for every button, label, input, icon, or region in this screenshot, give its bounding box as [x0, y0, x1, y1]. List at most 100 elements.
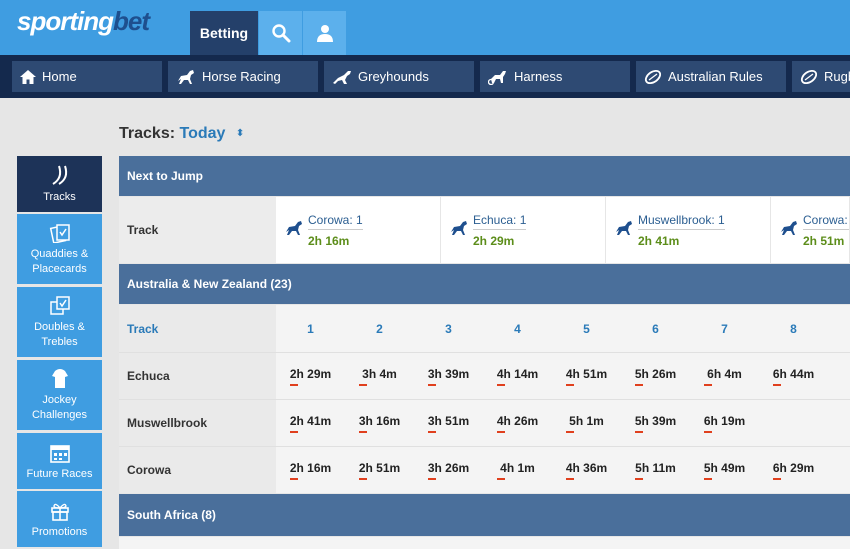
- race-time-cell[interactable]: 3h 26m: [414, 447, 483, 493]
- horse-icon: [451, 221, 467, 235]
- race-time-cell[interactable]: 5h 26m: [621, 353, 690, 399]
- race-status-marker: [704, 477, 712, 480]
- race-time-cell[interactable]: 6h 29m: [759, 447, 828, 493]
- sidebar-item-label: Future Races: [26, 468, 93, 480]
- sidebar-item-doubles[interactable]: Doubles & Trebles: [17, 287, 102, 357]
- race-time-cell[interactable]: 2h 41m: [276, 400, 345, 446]
- sportingbet-logo[interactable]: sportingbet: [17, 6, 150, 37]
- tracks-day-selector[interactable]: Tracks: Today ⬍: [119, 125, 244, 143]
- race-time-cell[interactable]: 4h 1m: [483, 447, 552, 493]
- tab-betting[interactable]: Betting: [190, 11, 258, 55]
- sport-horse-racing[interactable]: Horse Racing: [168, 61, 318, 92]
- race-status-marker: [704, 430, 712, 433]
- race-status-marker: [290, 430, 298, 433]
- track-name[interactable]: Echuca: [119, 353, 276, 399]
- sidebar-item-quaddies[interactable]: Quaddies & Placecards: [17, 214, 102, 284]
- race-number-header: 8: [790, 321, 797, 336]
- race-countdown: 2h 16m: [308, 234, 350, 248]
- race-time-cell[interactable]: 2h 51m: [345, 447, 414, 493]
- race-time: 4h 36m: [565, 460, 608, 475]
- race-status-marker: [497, 383, 505, 386]
- section-south-africa: South Africa (8): [119, 494, 850, 536]
- track-name[interactable]: Corowa: [119, 447, 276, 493]
- calendar-icon: [49, 445, 70, 463]
- sport-rugby[interactable]: Rugby: [792, 61, 850, 92]
- race-time: 6h 29m: [772, 460, 815, 475]
- rugby-icon: [800, 69, 818, 84]
- horse-icon: [178, 69, 194, 84]
- sort-caret-icon[interactable]: ⬍: [236, 128, 244, 139]
- race-time: 6h 19m: [703, 413, 746, 428]
- greyhound-icon: [333, 70, 351, 84]
- race-time-cell[interactable]: 5h 39m: [621, 400, 690, 446]
- race-time: 6h 4m: [707, 366, 742, 381]
- next-to-jump-row: Track Corowa: 1 2h 16m Echuca: 1 2h 29m …: [119, 197, 850, 263]
- sport-harness-label: Harness: [514, 69, 563, 84]
- sport-home[interactable]: Home: [12, 61, 162, 92]
- sport-home-label: Home: [42, 69, 77, 84]
- race-time-cell[interactable]: 5h 11m: [621, 447, 690, 493]
- race-time: 5h 1m: [569, 413, 604, 428]
- next-to-jump-item[interactable]: Echuca: 1 2h 29m: [441, 197, 606, 263]
- sidebar-item-tracks[interactable]: Tracks: [17, 156, 102, 212]
- race-time-cell[interactable]: 3h 4m: [345, 353, 414, 399]
- sidebar-item-jockey-challenges[interactable]: Jockey Challenges: [17, 360, 102, 430]
- track-name[interactable]: Muswellbrook: [119, 400, 276, 446]
- race-status-marker: [635, 477, 643, 480]
- race-status-marker: [497, 430, 505, 433]
- account-button[interactable]: [303, 11, 346, 55]
- race-name[interactable]: Echuca: 1: [473, 213, 527, 230]
- race-time-cell[interactable]: 4h 51m: [552, 353, 621, 399]
- race-status-marker: [290, 477, 298, 480]
- sidebar-item-label: Doubles & Trebles: [34, 321, 85, 348]
- race-time-cell[interactable]: 5h 49m: [690, 447, 759, 493]
- jockey-icon: [51, 369, 68, 388]
- race-name[interactable]: Corowa: 2: [803, 213, 849, 230]
- race-time-cell[interactable]: 4h 36m: [552, 447, 621, 493]
- sidebar-item-label: Quaddies & Placecards: [30, 248, 89, 275]
- race-status-marker: [566, 430, 574, 433]
- race-countdown: 2h 29m: [473, 234, 515, 248]
- section-next-to-jump: Next to Jump: [119, 156, 850, 196]
- race-time-cell[interactable]: 2h 16m: [276, 447, 345, 493]
- football-icon: [644, 69, 662, 84]
- race-name[interactable]: Muswellbrook: 1: [638, 213, 725, 230]
- race-status-marker: [359, 430, 367, 433]
- race-time: 2h 51m: [358, 460, 401, 475]
- race-status-marker: [566, 477, 574, 480]
- column-header-track[interactable]: Track: [119, 305, 276, 352]
- race-time-cell[interactable]: 2h 29m: [276, 353, 345, 399]
- sidebar-item-promotions[interactable]: Promotions: [17, 491, 102, 547]
- race-time-cell[interactable]: 6h 4m: [690, 353, 759, 399]
- top-header: sportingbet Betting: [0, 0, 850, 55]
- section-title: Australia & New Zealand (23): [127, 277, 292, 291]
- row-label-track: Track: [127, 223, 159, 237]
- next-to-jump-item[interactable]: Corowa: 1 2h 16m: [276, 197, 441, 263]
- race-time-cell[interactable]: 6h 19m: [690, 400, 759, 446]
- next-to-jump-item[interactable]: Corowa: 2 2h 51m: [771, 197, 850, 263]
- race-time: 5h 39m: [634, 413, 677, 428]
- sport-harness[interactable]: Harness: [480, 61, 630, 92]
- race-time-cell[interactable]: 3h 51m: [414, 400, 483, 446]
- search-button[interactable]: [259, 11, 302, 55]
- race-status-marker: [566, 383, 574, 386]
- race-time-cell[interactable]: 5h 1m: [552, 400, 621, 446]
- sport-australian-rules[interactable]: Australian Rules: [636, 61, 786, 92]
- race-time-cell[interactable]: 3h 16m: [345, 400, 414, 446]
- race-time: 3h 4m: [362, 366, 397, 381]
- search-icon: [271, 24, 290, 43]
- race-time-cell[interactable]: 3h 39m: [414, 353, 483, 399]
- race-time-cell[interactable]: 4h 26m: [483, 400, 552, 446]
- sport-australian-rules-label: Australian Rules: [668, 69, 763, 84]
- next-to-jump-item[interactable]: Muswellbrook: 1 2h 41m: [606, 197, 771, 263]
- gift-icon: [50, 503, 69, 521]
- race-name[interactable]: Corowa: 1: [308, 213, 363, 230]
- south-africa-content: [119, 537, 850, 549]
- race-status-marker: [773, 383, 781, 386]
- race-time-cell[interactable]: 6h 44m: [759, 353, 828, 399]
- tracks-selected-day[interactable]: Today: [180, 125, 226, 142]
- sport-greyhounds[interactable]: Greyhounds: [324, 61, 474, 92]
- race-number-header: 2: [376, 321, 383, 336]
- race-time-cell[interactable]: 4h 14m: [483, 353, 552, 399]
- sidebar-item-future-races[interactable]: Future Races: [17, 433, 102, 489]
